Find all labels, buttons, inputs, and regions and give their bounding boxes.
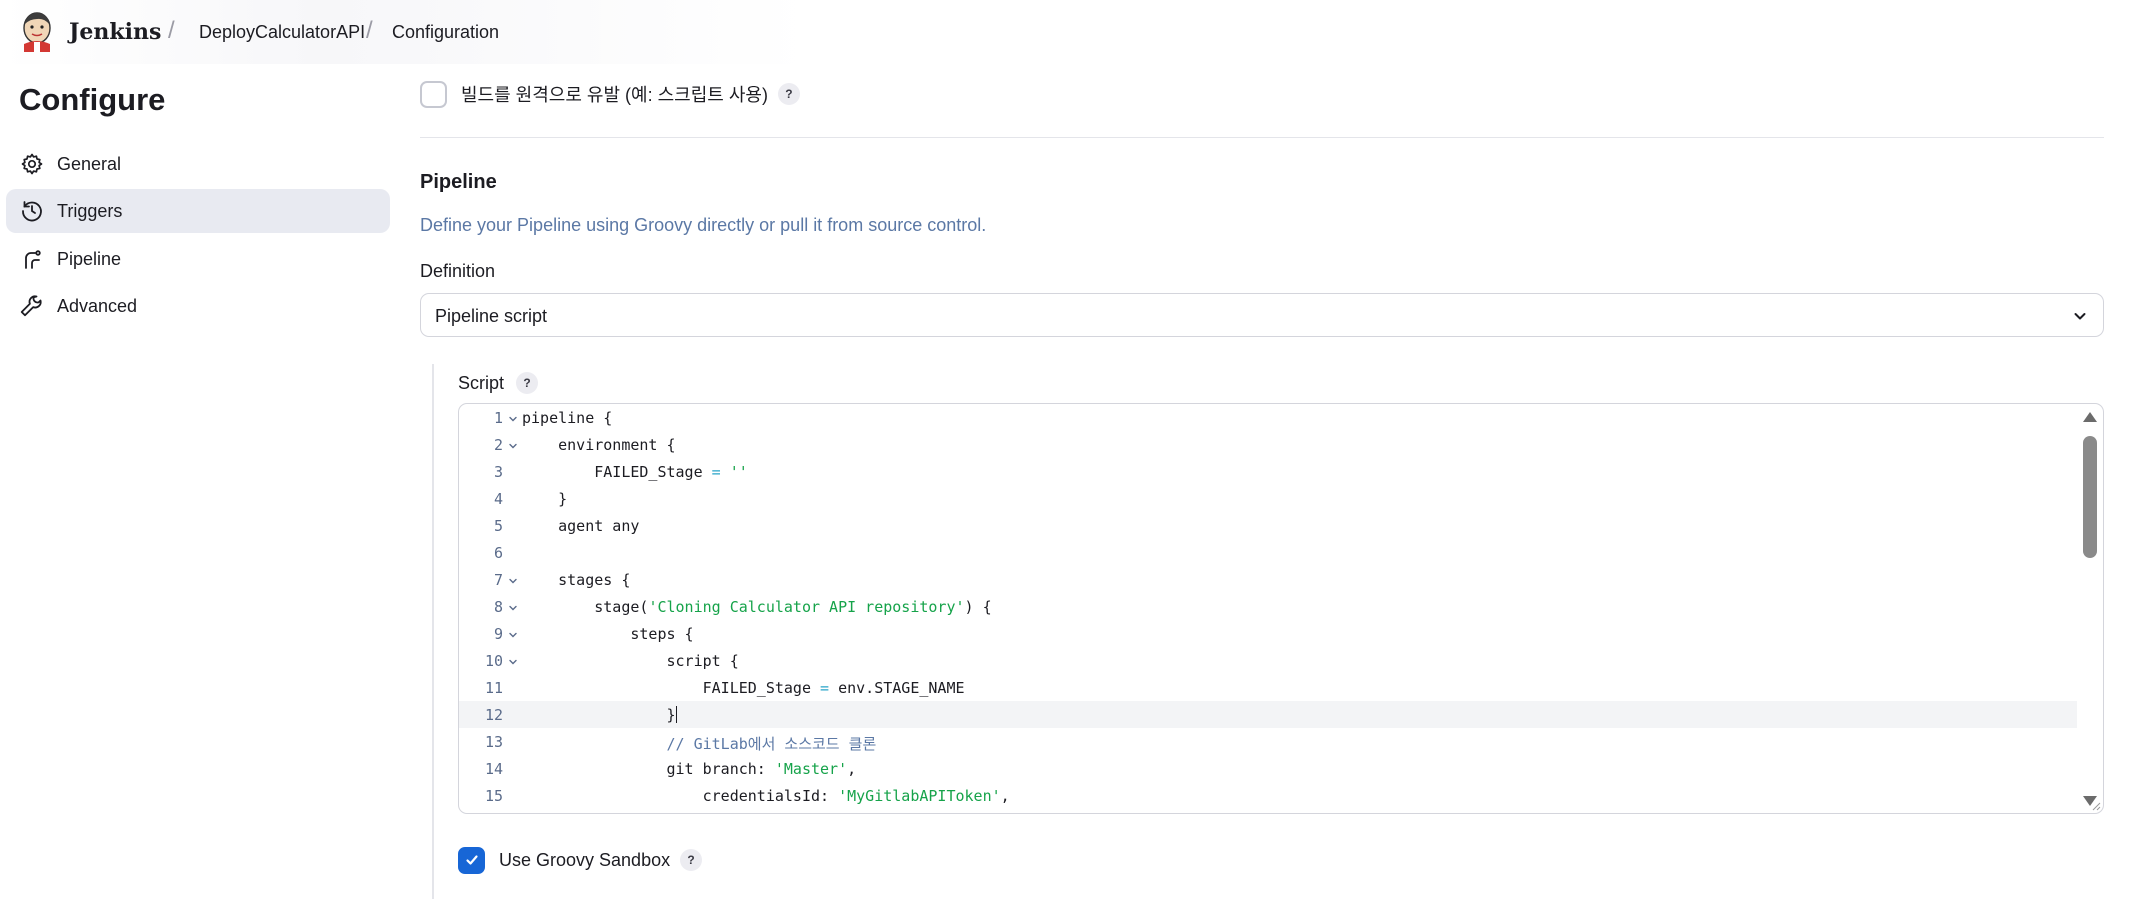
line-number: 9 bbox=[493, 625, 503, 643]
remote-trigger-row: 빌드를 원격으로 유발 (예: 스크립트 사용) ? bbox=[420, 80, 800, 108]
fold-chevron-icon[interactable] bbox=[507, 656, 519, 668]
code-text: stage('Cloning Calculator API repository… bbox=[522, 598, 992, 616]
line-number: 5 bbox=[493, 517, 503, 535]
code-line[interactable]: 15 credentialsId: 'MyGitlabAPIToken', bbox=[459, 782, 2077, 809]
breadcrumb-configuration[interactable]: Configuration bbox=[392, 22, 499, 43]
groovy-sandbox-label[interactable]: Use Groovy Sandbox bbox=[499, 850, 670, 871]
help-icon[interactable]: ? bbox=[777, 83, 800, 105]
code-text: agent any bbox=[522, 517, 640, 535]
definition-select[interactable]: Pipeline script bbox=[420, 293, 2104, 337]
code-line[interactable]: 7 stages { bbox=[459, 566, 2077, 593]
code-line[interactable]: 1 pipeline { bbox=[459, 404, 2077, 431]
line-number: 12 bbox=[484, 706, 503, 724]
sidebar-item-label: Triggers bbox=[57, 201, 123, 221]
line-number: 11 bbox=[484, 679, 503, 697]
wrench-icon bbox=[20, 295, 42, 317]
code-text: FAILED_Stage = env.STAGE_NAME bbox=[522, 679, 965, 697]
code-line[interactable]: 3 FAILED_Stage = '' bbox=[459, 458, 2077, 485]
code-line[interactable]: 14 git branch: 'Master', bbox=[459, 755, 2077, 782]
code-line[interactable]: 10 script { bbox=[459, 647, 2077, 674]
sidebar-item-general[interactable]: General bbox=[6, 142, 390, 186]
script-editor[interactable]: 1 pipeline {2 environment {3 FAILED_Stage… bbox=[458, 403, 2104, 814]
code-line[interactable]: 9 steps { bbox=[459, 620, 2077, 647]
scroll-up-arrow-icon[interactable] bbox=[2083, 412, 2097, 422]
fold-chevron-icon[interactable] bbox=[507, 629, 519, 641]
remote-trigger-checkbox[interactable] bbox=[420, 80, 447, 108]
code-text: environment { bbox=[522, 436, 676, 454]
help-icon[interactable]: ? bbox=[516, 372, 539, 394]
script-label-row: Script ? bbox=[458, 372, 539, 394]
script-label: Script bbox=[458, 372, 505, 393]
line-number: 2 bbox=[493, 436, 503, 454]
code-text: steps { bbox=[522, 625, 694, 643]
groovy-sandbox-row: Use Groovy Sandbox ? bbox=[458, 846, 703, 874]
definition-select-value: Pipeline script bbox=[435, 306, 548, 326]
code-line[interactable]: 6 bbox=[459, 539, 2077, 566]
line-number: 6 bbox=[493, 544, 503, 562]
line-number: 15 bbox=[484, 787, 503, 805]
scrollbar-thumb[interactable] bbox=[2083, 436, 2097, 558]
checkmark-icon bbox=[465, 855, 478, 865]
code-text: } bbox=[522, 490, 568, 508]
pipeline-section-description: Define your Pipeline using Groovy direct… bbox=[420, 215, 987, 235]
line-number: 7 bbox=[493, 571, 503, 589]
chevron-down-icon bbox=[2074, 313, 2086, 320]
sidebar-item-label: Advanced bbox=[57, 296, 138, 316]
code-line[interactable]: 4 } bbox=[459, 485, 2077, 512]
resize-grip-icon[interactable] bbox=[2091, 801, 2101, 811]
groovy-sandbox-checkbox[interactable] bbox=[458, 846, 485, 874]
page-title: Configure bbox=[19, 82, 166, 117]
code-text: script { bbox=[522, 652, 739, 670]
definition-label: Definition bbox=[420, 261, 496, 281]
line-number: 4 bbox=[493, 490, 503, 508]
remote-trigger-label[interactable]: 빌드를 원격으로 유발 (예: 스크립트 사용) bbox=[461, 81, 768, 107]
breadcrumb-job[interactable]: DeployCalculatorAPI bbox=[199, 22, 365, 43]
line-number: 3 bbox=[493, 463, 503, 481]
fold-chevron-icon[interactable] bbox=[507, 413, 519, 425]
sidebar-item-label: General bbox=[57, 154, 122, 174]
code-text: } bbox=[522, 706, 677, 724]
pipeline-icon bbox=[25, 250, 41, 269]
line-number: 1 bbox=[493, 409, 503, 427]
line-number: 8 bbox=[493, 598, 503, 616]
sidebar-item-label: Pipeline bbox=[57, 249, 122, 269]
fold-chevron-icon[interactable] bbox=[507, 575, 519, 587]
brand-name[interactable]: Jenkins bbox=[69, 19, 161, 45]
line-number: 14 bbox=[484, 760, 503, 778]
sidebar-item-advanced[interactable]: Advanced bbox=[6, 284, 390, 328]
code-line[interactable]: 2 environment { bbox=[459, 431, 2077, 458]
sidebar-item-triggers[interactable]: Triggers bbox=[6, 189, 390, 233]
fold-chevron-icon[interactable] bbox=[507, 602, 519, 614]
editor-scrollbar[interactable] bbox=[2081, 410, 2099, 808]
fold-chevron-icon[interactable] bbox=[507, 440, 519, 452]
jenkins-logo-icon[interactable] bbox=[20, 10, 54, 52]
pipeline-section-title: Pipeline bbox=[420, 171, 497, 193]
top-header: Jenkins / DeployCalculatorAPI / Configur… bbox=[0, 0, 2156, 64]
code-line[interactable]: 11 FAILED_Stage = env.STAGE_NAME bbox=[459, 674, 2077, 701]
line-number: 10 bbox=[484, 652, 503, 670]
clock-icon bbox=[22, 201, 42, 222]
code-line[interactable]: 5 agent any bbox=[459, 512, 2077, 539]
code-text: FAILED_Stage = '' bbox=[522, 463, 748, 481]
code-text: stages { bbox=[522, 571, 631, 589]
code-line[interactable]: 13 // GitLab에서 소스코드 클론 bbox=[459, 728, 2077, 755]
gear-icon bbox=[21, 153, 43, 175]
line-number: 13 bbox=[484, 733, 503, 751]
nested-section-indicator bbox=[432, 364, 434, 899]
section-divider bbox=[420, 137, 2104, 138]
sidebar-item-pipeline[interactable]: Pipeline bbox=[6, 237, 390, 281]
code-text: credentialsId: 'MyGitlabAPIToken', bbox=[522, 787, 1010, 805]
code-text: pipeline { bbox=[522, 409, 613, 427]
code-line[interactable]: 8 stage('Cloning Calculator API reposito… bbox=[459, 593, 2077, 620]
breadcrumb-separator: / bbox=[366, 17, 373, 44]
code-line[interactable]: 12 } bbox=[459, 701, 2077, 728]
code-text: // GitLab에서 소스코드 클론 bbox=[666, 735, 877, 753]
help-icon[interactable]: ? bbox=[680, 849, 703, 871]
code-text: git branch: 'Master', bbox=[522, 760, 857, 778]
breadcrumb-separator: / bbox=[168, 17, 175, 44]
